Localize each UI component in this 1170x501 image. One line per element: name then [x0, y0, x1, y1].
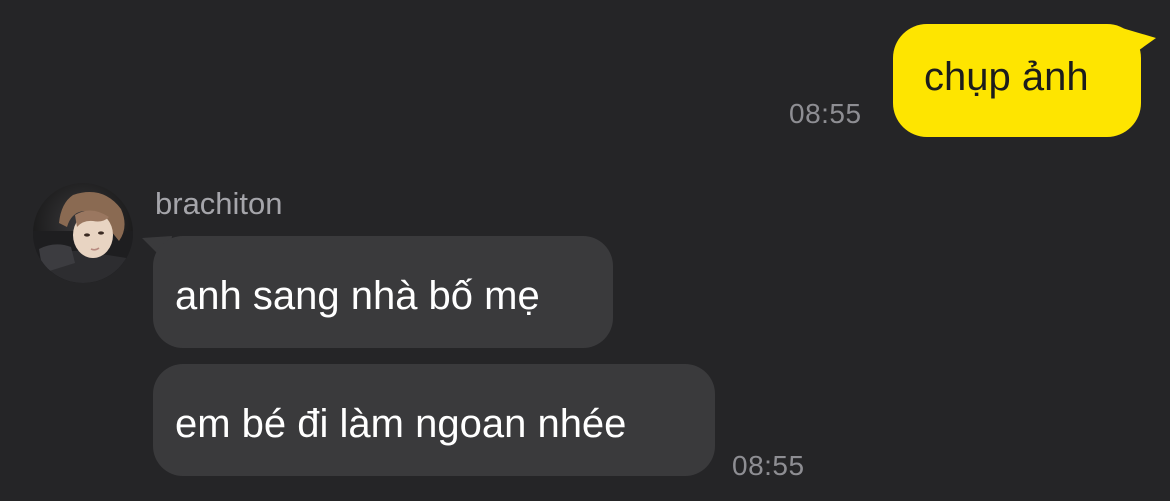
sender-name: brachiton [155, 186, 283, 221]
outgoing-message-bubble[interactable]: chụp ảnh [893, 24, 1141, 137]
incoming-message-text: em bé đi làm ngoan nhée [175, 402, 627, 446]
sender-avatar[interactable] [33, 183, 133, 283]
incoming-message-bubble[interactable]: em bé đi làm ngoan nhée [153, 364, 715, 476]
outgoing-message-timestamp: 08:55 [789, 98, 862, 129]
incoming-message-timestamp: 08:55 [732, 450, 805, 481]
avatar-photo-icon [33, 183, 133, 283]
incoming-message-bubble[interactable]: anh sang nhà bố mẹ [153, 236, 613, 348]
outgoing-message-text: chụp ảnh [924, 55, 1089, 99]
incoming-message-text: anh sang nhà bố mẹ [175, 274, 540, 318]
